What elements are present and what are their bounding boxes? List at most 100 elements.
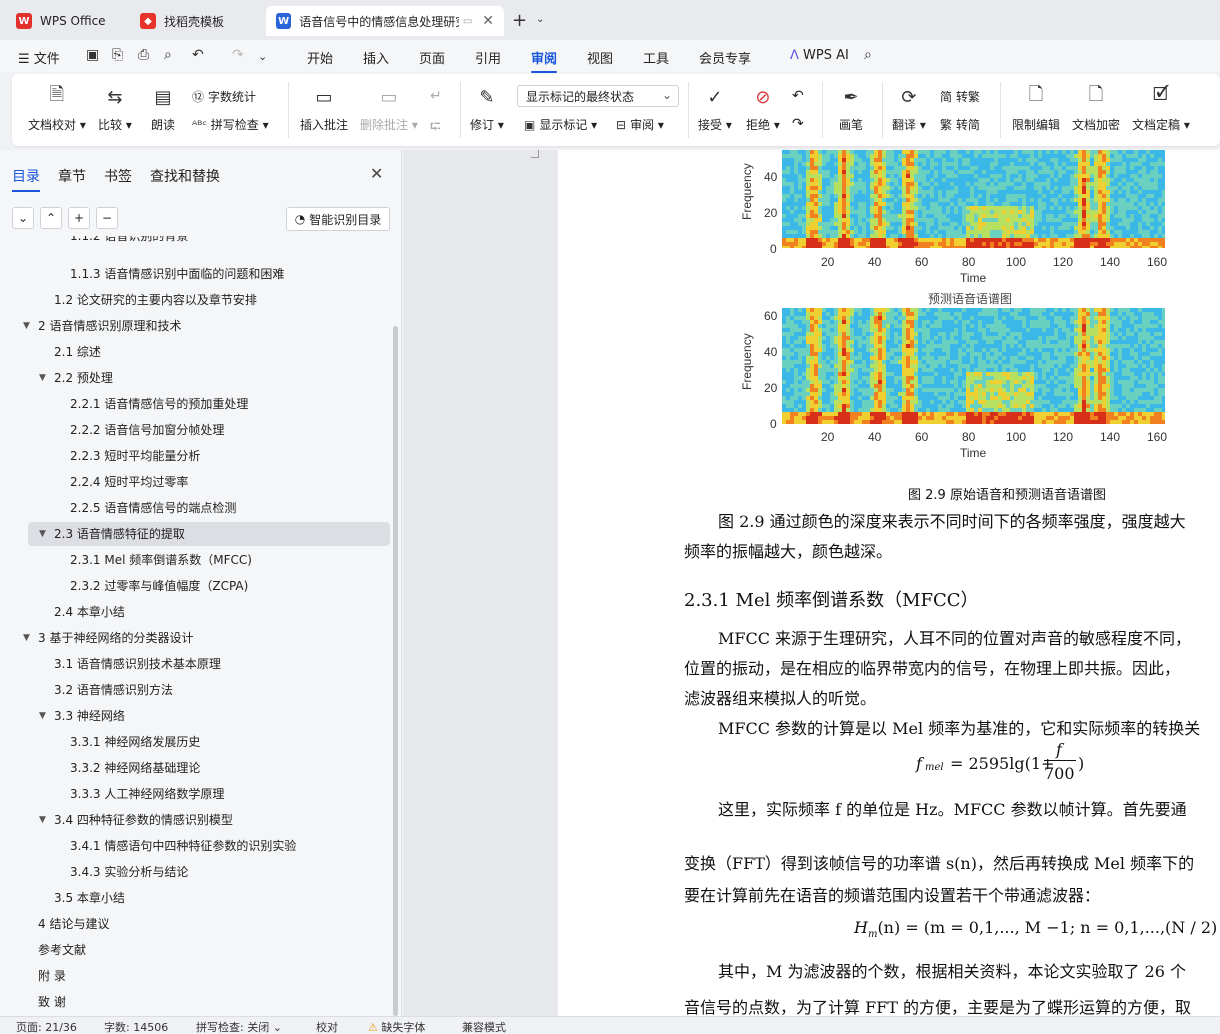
menu-start[interactable]: 开始 [307, 48, 333, 67]
toc-item[interactable]: 2.2.5 语音情感信号的端点检测 [70, 496, 236, 520]
toc-item[interactable]: 2.3 语音情感特征的提取 [28, 522, 390, 546]
chevron-down-icon[interactable]: ⌄ [258, 50, 267, 63]
toc-item[interactable]: 附 录 [38, 964, 66, 988]
toc-item[interactable]: 3.4.1 情感语句中四种特征参数的识别实验 [70, 834, 296, 858]
document-page[interactable]: Frequency 40 20 0 20 40 60 80 100 120 14… [558, 150, 1220, 1016]
spell-check-status[interactable]: 拼写检查: 关闭 ⌄ [196, 1019, 282, 1034]
toc-item[interactable]: 3 基于神经网络的分类器设计 [38, 626, 193, 650]
toc-item[interactable]: 1.2 论文研究的主要内容以及章节安排 [54, 288, 257, 312]
toc-item[interactable]: 1.1.3 语音情感识别中面临的问题和困难 [70, 262, 284, 286]
toc-item[interactable]: 3.3.2 神经网络基础理论 [70, 756, 200, 780]
toc-item[interactable]: 参考文献 [38, 938, 86, 962]
prev-change-icon[interactable]: ↶ [792, 88, 804, 104]
expand-caret-icon[interactable]: ▼ [23, 321, 30, 331]
tab-find-replace[interactable]: 查找和替换 [150, 166, 220, 186]
menu-reference[interactable]: 引用 [475, 48, 501, 67]
toc-item[interactable]: 2.1 综述 [54, 340, 101, 364]
track-changes-button[interactable]: ✎ 修订 ▾ [470, 84, 504, 133]
next-comment-icon[interactable]: ⮓ [430, 116, 441, 140]
restrict-edit-button[interactable]: 🗋 限制编辑 [1012, 84, 1060, 133]
undo-icon[interactable]: ↶ [192, 47, 204, 63]
to-simplified-button[interactable]: 繁 转简 [940, 116, 980, 133]
expand-caret-icon[interactable]: ▼ [39, 815, 46, 825]
doc-check-button[interactable]: 🗎 文档校对 ▾ [28, 84, 86, 133]
close-tab-icon[interactable]: ✕ [482, 13, 494, 29]
menu-member[interactable]: 会员专享 [699, 48, 751, 67]
toc-item[interactable]: 3.3.1 神经网络发展历史 [70, 730, 200, 754]
translate-button[interactable]: ⟳ 翻译 ▾ [892, 84, 926, 133]
toc-item[interactable]: 2 语音情感识别原理和技术 [38, 314, 181, 338]
toc-item[interactable]: 3.5 本章小结 [54, 886, 125, 910]
spell-check-button[interactable]: ᴬᴮᶜ 拼写检查 ▾ [192, 116, 269, 133]
expand-caret-icon[interactable]: ▼ [23, 633, 30, 643]
word-count-button[interactable]: ⑫ 字数统计 [192, 88, 256, 105]
toc-item[interactable]: 3.4 四种特征参数的情感识别模型 [54, 808, 233, 832]
print-icon[interactable]: ⎙ [138, 47, 149, 63]
redo-icon[interactable]: ↷ [232, 47, 244, 63]
new-tab-icon[interactable]: + [512, 10, 527, 31]
print-preview-icon[interactable]: ⌕ [164, 47, 172, 63]
tab-bookmarks[interactable]: 书签 [104, 166, 132, 186]
menu-file[interactable]: ☰ 文件 [18, 48, 60, 67]
toc-item[interactable]: 2.2.2 语音信号加窗分帧处理 [70, 418, 224, 442]
menu-review[interactable]: 审阅 [531, 48, 558, 73]
collapse-all-icon[interactable]: ⌄ [12, 207, 34, 229]
toc-item[interactable]: 3.4.3 实验分析与结论 [70, 860, 188, 884]
insert-comment-button[interactable]: ▭ 插入批注 [300, 84, 348, 133]
menu-tools[interactable]: 工具 [643, 48, 669, 67]
read-aloud-button[interactable]: ▤ 朗读 [150, 84, 176, 133]
search-icon[interactable]: ⌕ [864, 47, 872, 63]
menu-page[interactable]: 页面 [419, 48, 445, 67]
toc-item[interactable]: 3.1 语音情感识别技术基本原理 [54, 652, 221, 676]
toc-item[interactable]: 3.3.3 人工神经网络数学原理 [70, 782, 224, 806]
word-count-status[interactable]: 字数: 14506 [104, 1019, 168, 1034]
expand-up-icon[interactable]: ⌃ [40, 207, 62, 229]
toc-item[interactable]: 致 谢 [38, 990, 66, 1014]
toc-item[interactable]: 2.3.2 过零率与峰值幅度（ZCPA) [70, 574, 248, 598]
toc-item[interactable]: 3.2 语音情感识别方法 [54, 678, 173, 702]
next-change-icon[interactable]: ↷ [792, 116, 804, 132]
add-heading-icon[interactable]: + [68, 207, 90, 229]
expand-caret-icon[interactable]: ▼ [39, 373, 46, 383]
toc-item[interactable]: 2.2.3 短时平均能量分析 [70, 444, 200, 468]
wps-ai-button[interactable]: ᐱ WPS AI [790, 48, 849, 63]
smart-toc-button[interactable]: ◔ 智能识别目录 [286, 207, 390, 231]
tab-toc[interactable]: 目录 [12, 166, 40, 192]
prev-comment-icon[interactable]: ↵ [430, 88, 442, 104]
show-markup-button[interactable]: ▣ 显示标记 ▾ [524, 116, 597, 133]
tab-document[interactable]: W 语音信号中的情感信息处理研究 ▭ ✕ [266, 6, 504, 36]
menu-view[interactable]: 视图 [587, 48, 613, 67]
export-icon[interactable]: ⎘ [112, 47, 123, 63]
toc-item[interactable]: 2.2 预处理 [54, 366, 113, 390]
pen-button[interactable]: ✒ 画笔 [838, 84, 864, 133]
toc-item[interactable]: 2.3.1 Mel 频率倒谱系数（MFCC) [70, 548, 252, 572]
close-icon[interactable]: ✕ [370, 164, 383, 183]
tab-chapters[interactable]: 章节 [58, 166, 86, 186]
delete-comment-button[interactable]: ▭ 删除批注 ▾ [360, 84, 418, 133]
chevron-down-icon[interactable]: ⌄ [536, 14, 544, 25]
compare-button[interactable]: ⇆ 比较 ▾ [98, 84, 132, 133]
expand-caret-icon[interactable]: ▼ [39, 529, 46, 539]
markup-state-select[interactable]: 显示标记的最终状态 ⌄ [517, 85, 679, 107]
toc-item[interactable]: 2.2.4 短时平均过零率 [70, 470, 188, 494]
toc-item[interactable]: 2.2.1 语音情感信号的预加重处理 [70, 392, 248, 416]
missing-font-status[interactable]: ⚠ 缺失字体 [368, 1019, 425, 1034]
toc-item[interactable]: 4 结论与建议 [38, 912, 109, 936]
remove-heading-icon[interactable]: − [96, 207, 118, 229]
reject-button[interactable]: ⊘ 拒绝 ▾ [746, 84, 780, 133]
page-indicator[interactable]: 页面: 21/36 [16, 1019, 77, 1034]
accept-button[interactable]: ✓ 接受 ▾ [698, 84, 732, 133]
encrypt-button[interactable]: 🗋 文档加密 [1072, 84, 1120, 133]
expand-caret-icon[interactable]: ▼ [39, 711, 46, 721]
finalize-button[interactable]: 🗹 文档定稿 ▾ [1132, 84, 1190, 133]
sidebar-scrollbar[interactable] [393, 326, 398, 1016]
save-icon[interactable]: ▣ [86, 47, 99, 63]
review-pane-button[interactable]: ⊟ 审阅 ▾ [616, 116, 664, 133]
to-traditional-button[interactable]: 简 转繁 [940, 88, 980, 105]
tab-wps-office[interactable]: W WPS Office [6, 6, 124, 36]
proof-status[interactable]: 校对 [316, 1019, 338, 1034]
toc-item[interactable]: 2.4 本章小结 [54, 600, 125, 624]
toc-item[interactable]: 3.3 神经网络 [54, 704, 125, 728]
menu-insert[interactable]: 插入 [363, 48, 389, 67]
tab-docer[interactable]: ◆ 找稻壳模板 [130, 6, 260, 36]
